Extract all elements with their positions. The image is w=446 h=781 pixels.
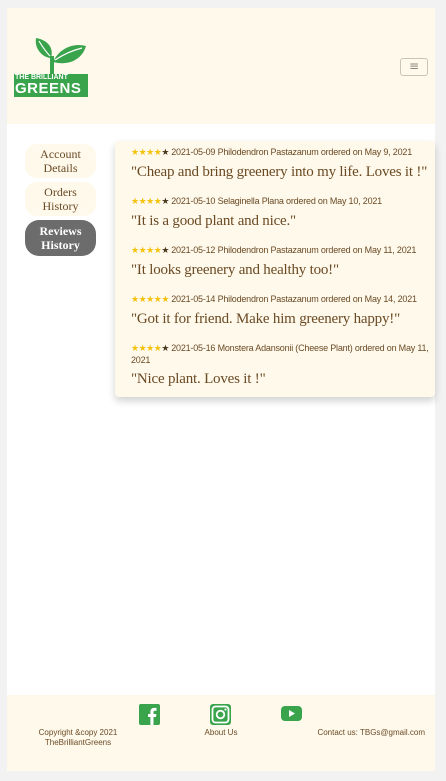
brand-logo[interactable]: THE BRILLIANT GREENS — [14, 36, 89, 98]
leaf-icon — [35, 38, 86, 76]
review-date: 2021-05-16 — [171, 343, 216, 353]
page: THE BRILLIANT GREENS ≡ Account Details O… — [7, 8, 435, 771]
review-text: "Cheap and bring greenery into my life. … — [131, 164, 428, 180]
hamburger-icon: ≡ — [408, 59, 420, 73]
review-text: "Nice plant. Loves it !" — [131, 371, 266, 387]
instagram-icon[interactable] — [210, 704, 231, 730]
review-meta: ★★★★★ 2021-05-14 Philodendron Pastazanum… — [131, 294, 431, 306]
rating-stars: ★★★★★ — [131, 148, 169, 158]
header: THE BRILLIANT GREENS ≡ — [7, 8, 435, 124]
review-item: ★★★★★ 2021-05-14 Philodendron Pastazanum… — [131, 294, 431, 328]
star-filled-icon: ★ — [146, 148, 154, 158]
review-product-info: Philodendron Pastazanum ordered on May 1… — [217, 294, 417, 304]
review-item: ★★★★★ 2021-05-12 Philodendron Pastazanum… — [131, 245, 431, 279]
star-filled-icon: ★ — [146, 246, 154, 256]
star-filled-icon: ★ — [146, 197, 154, 207]
review-meta: ★★★★★ 2021-05-16 Monstera Adansonii (Che… — [131, 343, 431, 366]
facebook-icon[interactable] — [139, 704, 160, 730]
star-filled-icon: ★ — [131, 197, 139, 207]
review-meta: ★★★★★ 2021-05-12 Philodendron Pastazanum… — [131, 245, 431, 257]
star-empty-icon: ★ — [161, 344, 169, 354]
review-text: "Got it for friend. Make him greenery ha… — [131, 311, 400, 327]
star-filled-icon: ★ — [161, 295, 169, 305]
sidebar-item-reviews-history[interactable]: Reviews History — [25, 220, 96, 256]
review-date: 2021-05-14 — [171, 294, 216, 304]
review-date: 2021-05-09 — [171, 147, 216, 157]
star-empty-icon: ★ — [161, 148, 169, 158]
rating-stars: ★★★★★ — [131, 246, 169, 256]
reviews-list: ★ ★ ★ ★ ★ 2021-05-09 Philodendron Pastazanum… — [115, 141, 435, 397]
review-product-info: Philodendron Pastazanum ordered on May 9… — [217, 147, 413, 157]
contact-email[interactable]: Contact us: TBGs@gmail.com — [313, 728, 425, 737]
star-filled-icon: ★ — [131, 148, 139, 158]
sidebar-item-label: Orders History — [42, 185, 79, 213]
review-text: "It is a good plant and nice." — [131, 213, 296, 229]
review-meta: ★★★★★ 2021-05-09 Philodendron Pastazanum… — [131, 147, 431, 159]
star-filled-icon: ★ — [146, 344, 154, 354]
review-meta: ★★★★★ 2021-05-10 Selaginella Plana order… — [131, 196, 431, 208]
rating-stars: ★★★★★ — [131, 344, 169, 354]
review-product-info: Selaginella Plana ordered on May 10, 202… — [217, 196, 383, 206]
star-empty-icon: ★ — [161, 197, 169, 207]
star-filled-icon: ★ — [131, 295, 139, 305]
sidebar-item-orders-history[interactable]: Orders History — [25, 182, 96, 216]
review-date: 2021-05-10 — [171, 196, 216, 206]
sidebar-item-account-details[interactable]: Account Details — [25, 144, 96, 178]
star-filled-icon: ★ — [131, 246, 139, 256]
hamburger-menu-button[interactable]: ≡ — [400, 58, 428, 76]
review-date: 2021-05-12 — [171, 245, 216, 255]
copyright-text: Copyright &copy 2021 TheBrilliantGreens — [38, 728, 118, 747]
about-us-link[interactable]: About Us — [198, 728, 244, 737]
review-item: ★★★★★ 2021-05-09 Philodendron Pastazanum… — [131, 147, 431, 181]
logo-text-bottom: GREENS — [14, 81, 88, 97]
review-item: ★★★★★ 2021-05-10 Selaginella Plana order… — [131, 196, 431, 230]
youtube-icon[interactable] — [281, 706, 302, 726]
star-filled-icon: ★ — [146, 295, 154, 305]
review-product-info: Philodendron Pastazanum ordered on May 1… — [217, 245, 417, 255]
rating-stars: ★★★★★ — [131, 197, 169, 207]
review-item: ★★★★★ 2021-05-16 Monstera Adansonii (Che… — [131, 343, 431, 388]
account-sidebar: Account Details Orders History Reviews H… — [25, 144, 96, 260]
footer: Copyright &copy 2021 TheBrilliantGreens … — [7, 695, 435, 771]
sidebar-item-label: Reviews History — [39, 224, 82, 252]
rating-stars: ★★★★★ — [131, 295, 169, 305]
star-empty-icon: ★ — [161, 246, 169, 256]
sidebar-item-label: Account Details — [40, 147, 81, 175]
star-filled-icon: ★ — [131, 344, 139, 354]
review-text: "It looks greenery and healthy too!" — [131, 262, 339, 278]
